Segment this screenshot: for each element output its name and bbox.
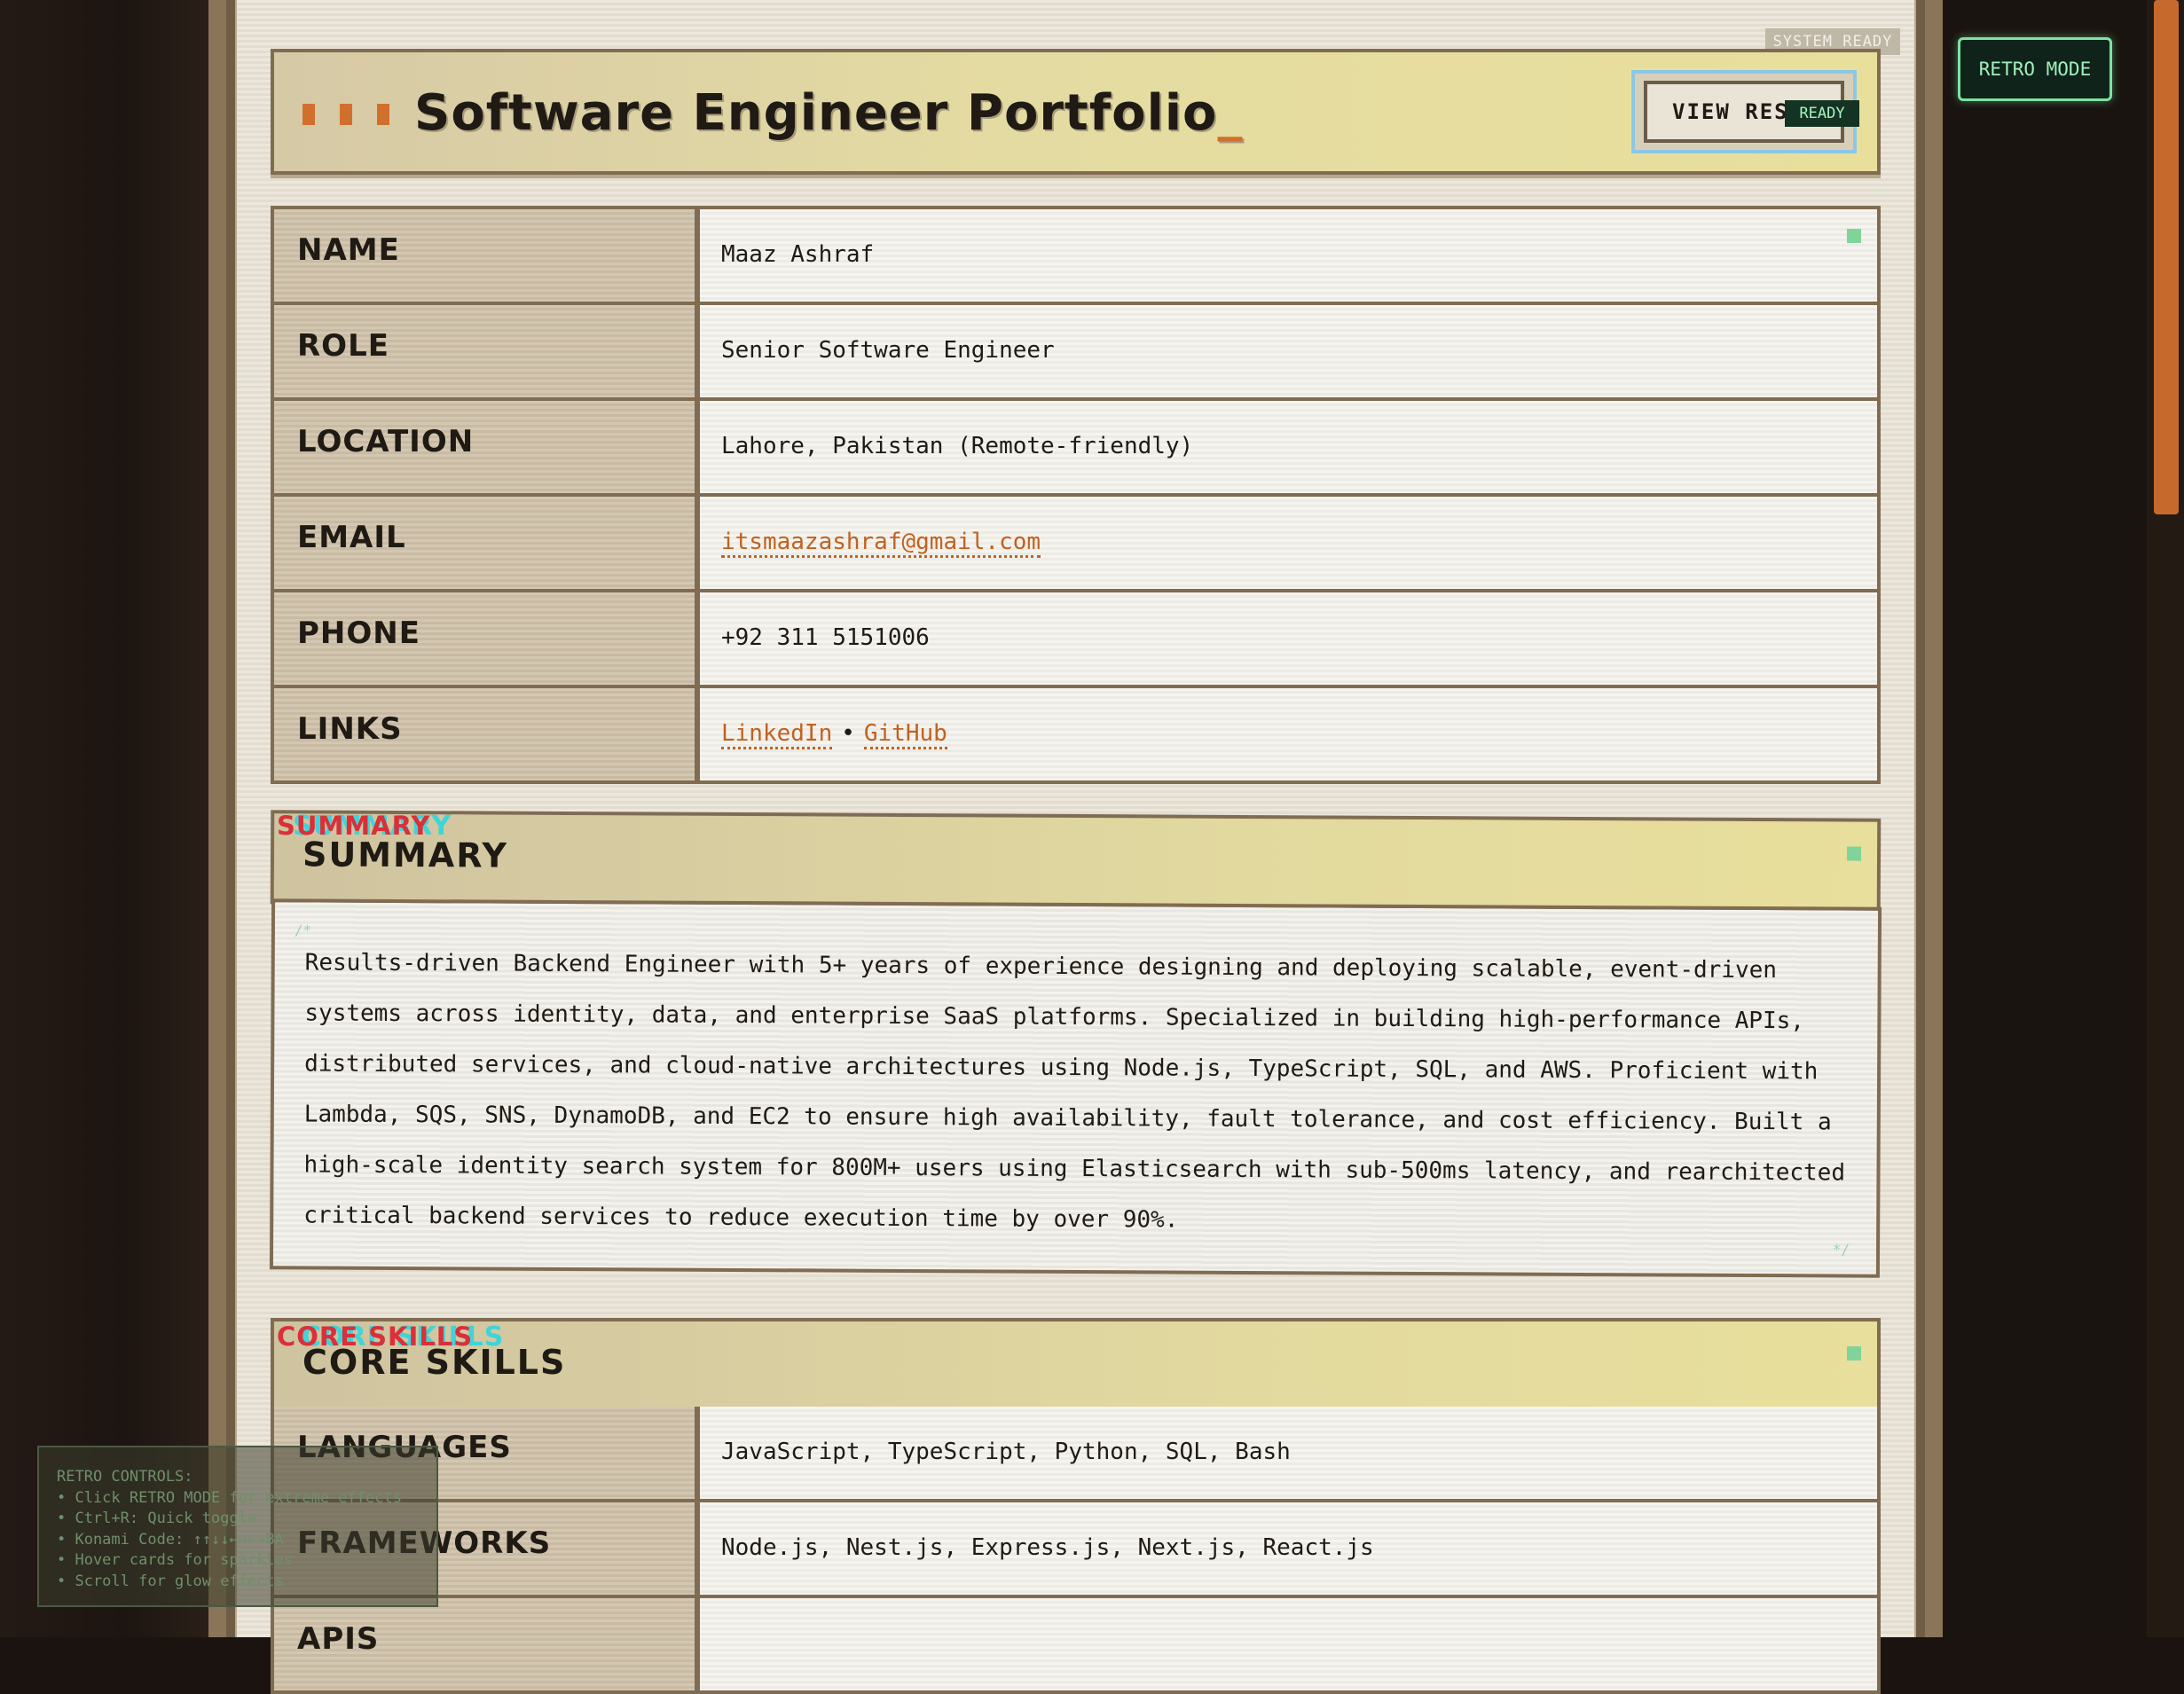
header-decoration	[302, 104, 389, 125]
table-row: FRAMEWORKS Node.js, Nest.js, Express.js,…	[274, 1502, 1877, 1595]
link-separator: •	[841, 720, 855, 747]
profile-table: NAME Maaz Ashraf ROLE Senior Software En…	[271, 206, 1881, 784]
ready-badge: READY	[1785, 100, 1859, 127]
location-label: LOCATION	[274, 401, 700, 493]
table-row: PHONE +92 311 5151006	[274, 592, 1877, 685]
status-indicator	[1847, 229, 1861, 243]
name-text: Maaz Ashraf	[721, 241, 875, 268]
role-label: ROLE	[274, 305, 700, 397]
core-skills-table: LANGUAGES JavaScript, TypeScript, Python…	[271, 1407, 1881, 1694]
apis-label: APIS	[274, 1598, 700, 1690]
summary-panel: /* Results-driven Backend Engineer with …	[269, 898, 1882, 1278]
core-skills-glitch-red: CORE SKILLS	[277, 1321, 474, 1352]
location-value: Lahore, Pakistan (Remote-friendly)	[700, 401, 1877, 493]
links-label: LINKS	[274, 688, 700, 780]
phone-label: PHONE	[274, 592, 700, 685]
comment-open: /*	[294, 922, 312, 939]
blinking-cursor: _	[1217, 84, 1244, 142]
table-row: LINKS LinkedIn • GitHub	[274, 688, 1877, 780]
role-value: Senior Software Engineer	[700, 305, 1877, 397]
apis-value	[700, 1598, 1877, 1690]
summary-glitch-red: SUMMARY	[277, 811, 431, 841]
right-background	[1943, 0, 2147, 1637]
retro-controls-item: • Hover cards for sparkles	[57, 1551, 294, 1569]
phone-value: +92 311 5151006	[700, 592, 1877, 685]
header-dot	[340, 104, 352, 125]
table-row: EMAIL itsmaazashraf@gmail.com	[274, 497, 1877, 589]
scrollbar-thumb[interactable]	[2154, 0, 2179, 514]
retro-controls-item: • Ctrl+R: Quick toggle	[57, 1510, 257, 1527]
email-label: EMAIL	[274, 497, 700, 589]
email-link[interactable]: itsmaazashraf@gmail.com	[721, 529, 1041, 558]
frameworks-value: Node.js, Nest.js, Express.js, Next.js, R…	[700, 1502, 1877, 1595]
summary-header: SUMMARY	[270, 810, 1882, 913]
name-label: NAME	[274, 209, 700, 302]
table-row: ROLE Senior Software Engineer	[274, 305, 1877, 397]
comment-close: */	[1832, 1241, 1850, 1259]
page-header: Software Engineer Portfolio_ VIEW RESUME…	[271, 49, 1881, 175]
core-skills-header: CORE SKILLS	[271, 1318, 1881, 1410]
table-row: LANGUAGES JavaScript, TypeScript, Python…	[274, 1407, 1877, 1499]
summary-text: Results-driven Backend Engineer with 5+ …	[303, 949, 1846, 1234]
header-dot	[377, 104, 389, 125]
retro-mode-button[interactable]: RETRO MODE	[1958, 37, 2112, 101]
table-row: APIS	[274, 1598, 1877, 1690]
retro-controls-item: • Click RETRO MODE for extreme effects	[57, 1488, 402, 1507]
status-indicator	[1847, 846, 1862, 861]
retro-controls-panel: RETRO CONTROLS: • Click RETRO MODE for e…	[37, 1446, 438, 1607]
retro-controls-title: RETRO CONTROLS:	[57, 1468, 193, 1486]
table-row: LOCATION Lahore, Pakistan (Remote-friend…	[274, 401, 1877, 493]
name-value: Maaz Ashraf	[700, 209, 1877, 302]
retro-controls-item: • Scroll for glow effects	[57, 1572, 284, 1590]
header-dot	[302, 104, 315, 125]
linkedin-link[interactable]: LinkedIn	[721, 720, 833, 749]
languages-value: JavaScript, TypeScript, Python, SQL, Bas…	[700, 1407, 1877, 1499]
status-indicator	[1847, 1346, 1861, 1361]
email-value: itsmaazashraf@gmail.com	[700, 497, 1877, 589]
github-link[interactable]: GitHub	[863, 720, 947, 749]
left-background	[0, 0, 208, 1637]
page-title: Software Engineer Portfolio_	[414, 84, 1244, 142]
table-row: NAME Maaz Ashraf	[274, 209, 1877, 302]
page-title-text: Software Engineer Portfolio	[414, 84, 1218, 142]
links-value: LinkedIn • GitHub	[700, 688, 1877, 780]
retro-controls-item: • Konami Code: ↑↑↓↓←→←→BA	[57, 1530, 284, 1549]
